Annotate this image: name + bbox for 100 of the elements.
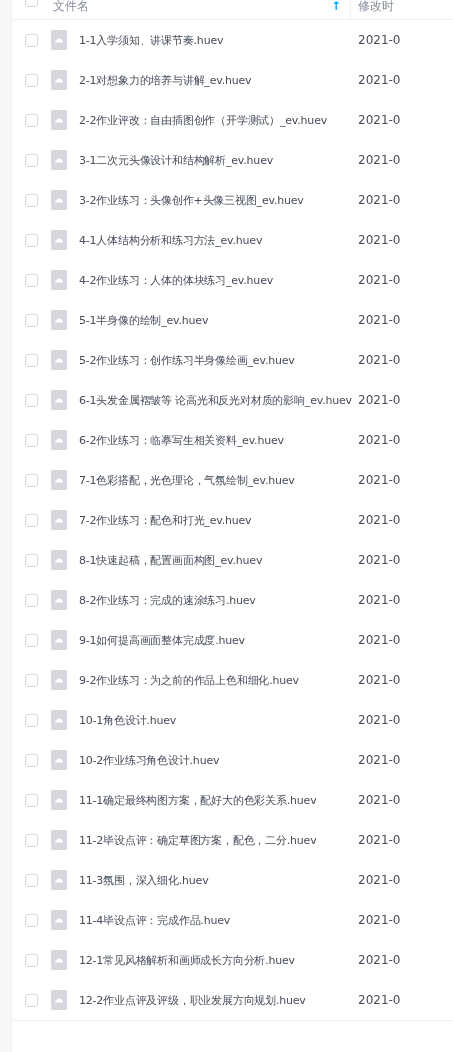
- file-name[interactable]: 8-2作业练习：完成的速涂练习.huev: [79, 592, 256, 608]
- file-name[interactable]: 9-1如何提高画面整体完成度.huev: [79, 632, 245, 648]
- row-checkbox[interactable]: [25, 113, 38, 127]
- modified-date: 2021-0: [358, 593, 401, 607]
- file-name[interactable]: 2-1对想象力的培养与讲解_ev.huev: [79, 72, 252, 88]
- row-checkbox[interactable]: [25, 913, 38, 927]
- row-checkbox[interactable]: [25, 233, 38, 247]
- file-icon: [51, 830, 67, 850]
- file-icon: [51, 150, 67, 170]
- modified-date: 2021-0: [358, 953, 401, 967]
- modified-date: 2021-0: [358, 793, 401, 807]
- file-name[interactable]: 6-2作业练习：临摹写生相关资料_ev.huev: [79, 432, 284, 448]
- modified-date: 2021-0: [358, 913, 401, 927]
- row-checkbox[interactable]: [25, 353, 38, 367]
- file-name[interactable]: 2-2作业评改：自由插图创作（开学测试）_ev.huev: [79, 112, 327, 128]
- file-icon: [51, 350, 67, 370]
- file-icon: [51, 870, 67, 890]
- modified-date: 2021-0: [358, 673, 401, 687]
- file-icon: [51, 590, 67, 610]
- row-checkbox[interactable]: [25, 73, 38, 87]
- row-checkbox[interactable]: [25, 793, 38, 807]
- row-checkbox[interactable]: [25, 193, 38, 207]
- modified-date: 2021-0: [358, 633, 401, 647]
- modified-date: 2021-0: [358, 113, 401, 127]
- modified-date: 2021-0: [358, 993, 401, 1007]
- file-icon: [51, 190, 67, 210]
- row-checkbox[interactable]: [25, 273, 38, 287]
- modified-date: 2021-0: [358, 313, 401, 327]
- row-checkbox[interactable]: [25, 153, 38, 167]
- file-icon: [51, 70, 67, 90]
- file-icon: [51, 270, 67, 290]
- modified-date: 2021-0: [358, 153, 401, 167]
- modified-date: 2021-0: [358, 233, 401, 247]
- file-icon: [51, 510, 67, 530]
- modified-date: 2021-0: [358, 73, 401, 87]
- modified-date: 2021-0: [358, 193, 401, 207]
- file-name[interactable]: 12-2作业点评及评级，职业发展方向规划.huev: [79, 992, 306, 1008]
- file-icon: [51, 30, 67, 50]
- file-icon: [51, 470, 67, 490]
- modified-date: 2021-0: [358, 433, 401, 447]
- row-checkbox[interactable]: [25, 33, 38, 47]
- file-name[interactable]: 7-2作业练习：配色和打光_ev.huev: [79, 512, 252, 528]
- row-checkbox[interactable]: [25, 513, 38, 527]
- file-icon: [51, 710, 67, 730]
- modified-date: 2021-0: [358, 513, 401, 527]
- file-name[interactable]: 8-1快速起稿，配置画面构图_ev.huev: [79, 552, 263, 568]
- file-icon: [51, 670, 67, 690]
- file-name[interactable]: 3-1二次元头像设计和结构解析_ev.huev: [79, 152, 273, 168]
- file-name[interactable]: 5-2作业练习：创作练习半身像绘画_ev.huev: [79, 352, 295, 368]
- file-icon: [51, 110, 67, 130]
- file-name[interactable]: 1-1入学须知、讲课节奏.huev: [79, 32, 224, 48]
- row-checkbox[interactable]: [25, 713, 38, 727]
- row-checkbox[interactable]: [25, 313, 38, 327]
- file-name[interactable]: 4-1人体结构分析和练习方法_ev.huev: [79, 232, 263, 248]
- column-header[interactable]: 修改时: [358, 0, 394, 12]
- file-icon: [51, 390, 67, 410]
- modified-date: 2021-0: [358, 393, 401, 407]
- file-name[interactable]: 12-1常见风格解析和画师成长方向分析.huev: [79, 952, 295, 968]
- file-name[interactable]: 9-2作业练习：为之前的作品上色和细化.huev: [79, 672, 299, 688]
- file-name[interactable]: 7-1色彩搭配，光色理论，气氛绘制_ev.huev: [79, 472, 295, 488]
- file-icon: [51, 430, 67, 450]
- row-checkbox[interactable]: [25, 633, 38, 647]
- row-checkbox[interactable]: [25, 953, 38, 967]
- row-checkbox[interactable]: [25, 833, 38, 847]
- modified-date: 2021-0: [358, 33, 401, 47]
- file-name[interactable]: 10-2作业练习角色设计.huev: [79, 752, 220, 768]
- row-checkbox[interactable]: [25, 553, 38, 567]
- file-name[interactable]: 6-1头发金属褶皱等 论高光和反光对材质的影响_ev.huev: [79, 392, 352, 408]
- row-checkbox[interactable]: [25, 873, 38, 887]
- file-icon: [51, 550, 67, 570]
- modified-date: 2021-0: [358, 473, 401, 487]
- column-header[interactable]: 文件名: [53, 0, 89, 12]
- file-name[interactable]: 4-2作业练习：人体的体块练习_ev.huev: [79, 272, 273, 288]
- file-name[interactable]: 11-2毕设点评：确定草图方案，配色，二分.huev: [79, 832, 317, 848]
- file-icon: [51, 310, 67, 330]
- modified-date: 2021-0: [358, 873, 401, 887]
- row-checkbox[interactable]: [25, 433, 38, 447]
- file-icon: [51, 910, 67, 930]
- row-checkbox[interactable]: [25, 753, 38, 767]
- modified-date: 2021-0: [358, 713, 401, 727]
- modified-date: 2021-0: [358, 753, 401, 767]
- file-name[interactable]: 3-2作业练习：头像创作+头像三视图_ev.huev: [79, 192, 304, 208]
- file-icon: [51, 750, 67, 770]
- modified-date: 2021-0: [358, 553, 401, 567]
- row-checkbox[interactable]: [25, 993, 38, 1007]
- file-name[interactable]: 11-4毕设点评：完成作品.huev: [79, 912, 231, 928]
- row-checkbox[interactable]: [25, 593, 38, 607]
- modified-date: 2021-0: [358, 273, 401, 287]
- file-name[interactable]: 11-1确定最终构图方案，配好大的色彩关系.huev: [79, 792, 317, 808]
- row-checkbox[interactable]: [25, 673, 38, 687]
- file-name[interactable]: 11-3氛围，深入细化.huev: [79, 872, 209, 888]
- file-icon: [51, 790, 67, 810]
- file-name[interactable]: 5-1半身像的绘制_ev.huev: [79, 312, 209, 328]
- file-icon: [51, 630, 67, 650]
- file-icon: [51, 950, 67, 970]
- modified-date: 2021-0: [358, 353, 401, 367]
- row-checkbox[interactable]: [25, 393, 38, 407]
- file-icon: [51, 230, 67, 250]
- row-checkbox[interactable]: [25, 473, 38, 487]
- file-name[interactable]: 10-1角色设计.huev: [79, 712, 177, 728]
